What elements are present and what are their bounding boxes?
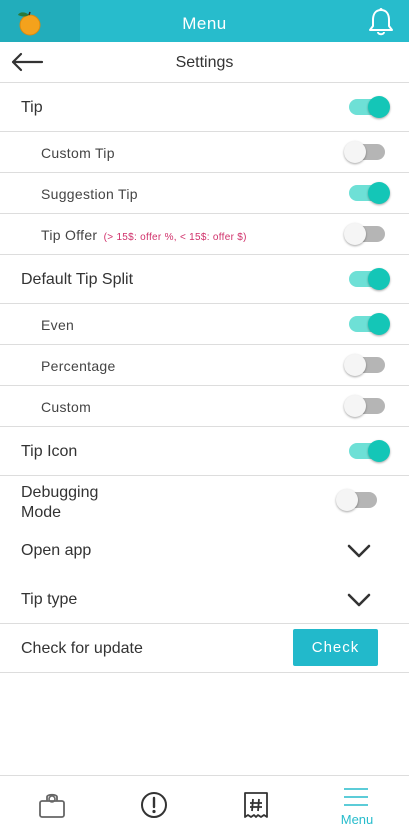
custom-tip-toggle[interactable]: [344, 141, 385, 163]
toggle-knob: [344, 354, 366, 376]
setting-row-default-tip-split: Default Tip Split: [0, 255, 409, 304]
nav-label-menu: Menu: [340, 812, 374, 827]
toggle-knob: [368, 313, 390, 335]
chevron-down-icon[interactable]: [347, 544, 371, 558]
debugging-label-line1: Debugging: [21, 484, 99, 501]
toggle-knob: [368, 182, 390, 204]
check-button[interactable]: Check: [293, 629, 378, 666]
nav-item-alert[interactable]: [102, 776, 204, 834]
open-app-label: Open app: [21, 542, 92, 559]
debugging-mode-label: Debugging Mode: [21, 483, 98, 523]
setting-row-suggestion-tip: Suggestion Tip: [0, 173, 409, 214]
percentage-label: Percentage: [41, 358, 116, 374]
even-toggle[interactable]: [349, 313, 390, 335]
tip-offer-note: (> 15$: offer %, < 15$: offer $): [103, 232, 247, 243]
tip-icon-label: Tip Icon: [21, 443, 78, 460]
settings-title: Settings: [175, 54, 234, 71]
custom-toggle[interactable]: [344, 395, 385, 417]
setting-row-even: Even: [0, 304, 409, 345]
setting-row-custom-tip: Custom Tip: [0, 132, 409, 173]
setting-row-open-app[interactable]: Open app: [0, 526, 409, 575]
bell-icon[interactable]: [367, 7, 395, 37]
tip-toggle[interactable]: [349, 96, 390, 118]
setting-row-tip-offer: Tip Offer (> 15$: offer %, < 15$: offer …: [0, 214, 409, 255]
tip-offer-toggle[interactable]: [344, 223, 385, 245]
default-tip-split-toggle[interactable]: [349, 268, 390, 290]
setting-row-custom: Custom: [0, 386, 409, 427]
setting-row-tip-type[interactable]: Tip type: [0, 575, 409, 624]
percentage-toggle[interactable]: [344, 354, 385, 376]
check-update-label: Check for update: [21, 640, 143, 657]
suggestion-tip-label: Suggestion Tip: [41, 186, 138, 202]
settings-header: Settings: [0, 42, 409, 83]
setting-row-check-update: Check for update Check: [0, 624, 409, 673]
toggle-knob: [344, 141, 366, 163]
receipt-hash-icon: [244, 792, 268, 818]
debugging-label-line2: Mode: [21, 504, 62, 521]
setting-row-percentage: Percentage: [0, 345, 409, 386]
tip-offer-label: Tip Offer (> 15$: offer %, < 15$: offer …: [41, 227, 247, 243]
menu-icon: [344, 788, 368, 806]
setting-row-debugging-mode: Debugging Mode: [0, 476, 409, 526]
default-tip-split-label: Default Tip Split: [21, 271, 134, 288]
toggle-knob: [344, 395, 366, 417]
toggle-knob: [368, 96, 390, 118]
toggle-knob: [344, 223, 366, 245]
toggle-knob: [368, 440, 390, 462]
setting-row-tip: Tip: [0, 83, 409, 132]
page-title: Menu: [182, 14, 227, 33]
even-label: Even: [41, 317, 75, 333]
bottom-nav: Menu: [0, 775, 409, 834]
clipboard-icon: [39, 793, 65, 818]
chevron-down-icon[interactable]: [347, 593, 371, 607]
tip-label: Tip: [21, 99, 43, 116]
suggestion-tip-toggle[interactable]: [349, 182, 390, 204]
alert-icon: [141, 792, 167, 818]
nav-item-menu[interactable]: Menu: [306, 776, 408, 834]
custom-tip-label: Custom Tip: [41, 145, 115, 161]
debugging-mode-toggle[interactable]: [336, 489, 377, 511]
toggle-knob: [368, 268, 390, 290]
tip-type-label: Tip type: [21, 591, 78, 608]
tip-offer-text: Tip Offer: [41, 227, 98, 243]
custom-label: Custom: [41, 399, 92, 415]
nav-item-clipboard[interactable]: [0, 776, 102, 834]
top-bar: Menu: [0, 0, 409, 42]
nav-item-receipt[interactable]: [204, 776, 306, 834]
setting-row-tip-icon: Tip Icon: [0, 427, 409, 476]
tip-icon-toggle[interactable]: [349, 440, 390, 462]
toggle-knob: [336, 489, 358, 511]
